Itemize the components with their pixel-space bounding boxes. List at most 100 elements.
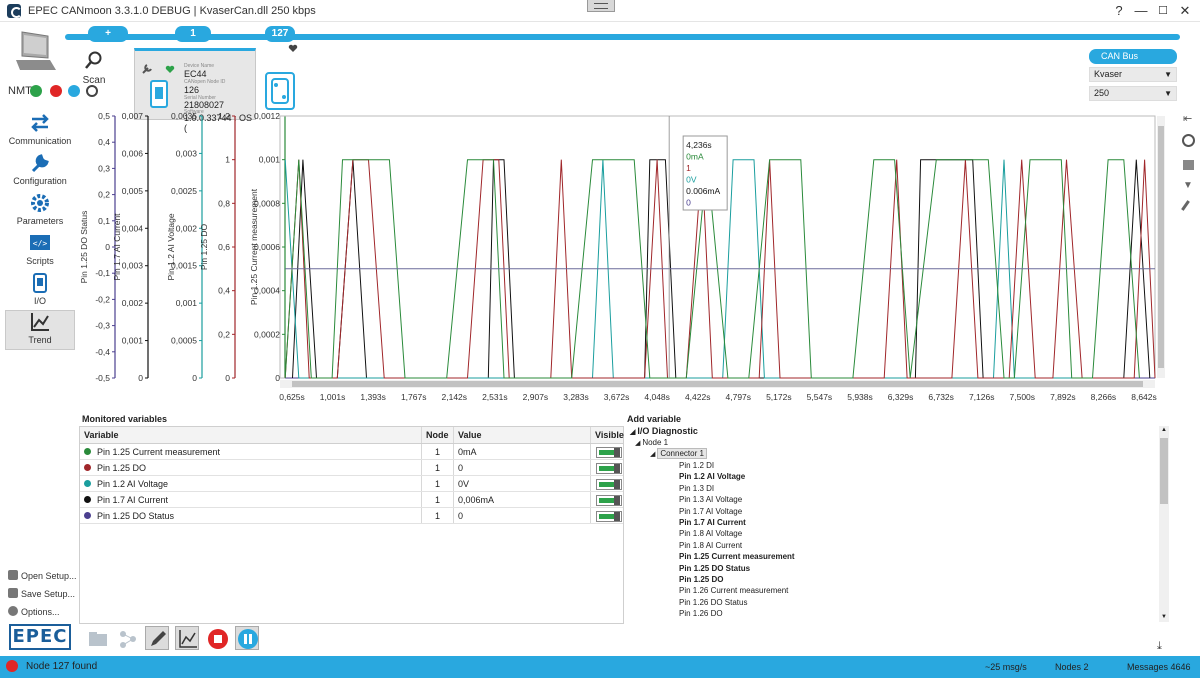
x-tick-label: 3,672s — [604, 392, 630, 402]
visible-toggle[interactable] — [596, 495, 622, 506]
sidebar-item-communication[interactable]: Communication — [5, 112, 75, 152]
sidebar-item-configuration[interactable]: Configuration — [5, 152, 75, 192]
visible-toggle[interactable] — [596, 447, 622, 458]
y-tick-label: 0,2 — [98, 190, 110, 200]
y-tick-label: 0,001 — [259, 155, 281, 165]
download-icon[interactable]: ⤓ — [1157, 640, 1162, 653]
trend-icon — [31, 313, 49, 331]
sidebar-item-label: Communication — [8, 136, 72, 146]
scroll-down-icon[interactable]: ▼ — [1161, 614, 1167, 620]
edit-button[interactable] — [145, 626, 169, 650]
table-row[interactable]: Pin 1.25 DO Status 1 0 — [80, 508, 623, 524]
stop-button[interactable] — [205, 626, 229, 650]
table-row[interactable]: Pin 1.25 DO 1 0 — [80, 460, 623, 476]
network-button[interactable] — [115, 626, 139, 650]
tree-item[interactable]: Pin 1.8 AI Voltage — [679, 529, 742, 538]
table-row[interactable]: Pin 1.25 Current measurement 1 0mA — [80, 444, 623, 460]
vertical-scrollbar-thumb[interactable] — [1158, 126, 1164, 368]
sidebar-item-label: Parameters — [16, 216, 64, 226]
close-button[interactable]: ✕ — [1174, 2, 1196, 20]
tree-item[interactable]: Pin 1.8 AI Current — [679, 541, 742, 550]
share-icon[interactable] — [1183, 160, 1194, 170]
y-axis-label: Pin 1.25 Current measurement — [249, 188, 259, 305]
nmt-start-button[interactable] — [30, 85, 42, 97]
status-bar: Node 127 found ~25 msg/s Nodes 2 Message… — [0, 656, 1200, 678]
tree-item[interactable]: Pin 1.2 AI Voltage — [679, 472, 745, 481]
minimize-button[interactable]: — — [1130, 2, 1152, 20]
open-setup-label: Open Setup... — [21, 571, 77, 581]
chevron-down-icon: ▼ — [1164, 70, 1172, 79]
tab-node-127[interactable]: 127 — [265, 26, 295, 42]
help-icon[interactable]: ? — [1108, 2, 1130, 20]
x-tick-label: 7,500s — [1010, 392, 1036, 402]
column-value[interactable]: Value — [454, 427, 591, 443]
sidebar-item-scripts[interactable]: </> Scripts — [5, 232, 75, 272]
tooltip-value: 0.006mA — [686, 186, 720, 196]
tree-item[interactable]: Pin 1.26 DO Status — [679, 598, 747, 607]
sidebar-item-trend[interactable]: Trend — [5, 310, 75, 350]
y-axis-label: Pin 1.2 AI Voltage — [166, 213, 176, 280]
tree-item[interactable]: Pin 1.3 AI Voltage — [679, 495, 742, 504]
sidebar-item-io[interactable]: I/O — [5, 272, 75, 312]
nmt-stop-button[interactable] — [50, 85, 62, 97]
tree-item[interactable]: Pin 1.25 DO — [679, 575, 723, 584]
scan-button[interactable]: Scan — [80, 50, 108, 86]
x-tick-label: 6,329s — [888, 392, 914, 402]
tree-item[interactable]: Pin 1.26 Current measurement — [679, 586, 788, 595]
tree-item[interactable]: Pin 1.7 AI Voltage — [679, 507, 742, 516]
options-link[interactable]: Options... — [8, 606, 60, 617]
horizontal-scrollbar-thumb[interactable] — [292, 381, 1143, 387]
baud-select[interactable]: 250 ▼ — [1089, 86, 1177, 101]
node-127-device-icon[interactable] — [265, 72, 295, 110]
visible-toggle[interactable] — [596, 463, 622, 474]
x-tick-label: 7,126s — [969, 392, 995, 402]
maximize-button[interactable]: ☐ — [1152, 2, 1174, 20]
scroll-up-icon[interactable]: ▲ — [1161, 427, 1167, 433]
tooltip-value: 4,236s — [686, 140, 712, 150]
column-node[interactable]: Node — [422, 427, 454, 443]
nmt-reset-icon[interactable] — [86, 85, 98, 97]
tree-scrollbar[interactable]: ▲ ▼ — [1159, 426, 1169, 622]
visible-cell — [591, 476, 623, 491]
tree-item[interactable]: Pin 1.25 DO Status — [679, 564, 750, 573]
tab-node-1[interactable]: 1 — [175, 26, 211, 42]
tree-root[interactable]: ◢ I/O Diagnostic — [630, 426, 698, 436]
tree-node[interactable]: ◢ Node 1 — [635, 438, 668, 447]
y-tick-label: -0,4 — [95, 347, 110, 357]
trend-axes-button[interactable] — [175, 626, 199, 650]
table-row[interactable]: Pin 1.7 AI Current 1 0,006mA — [80, 492, 623, 508]
scrollbar-thumb[interactable] — [1160, 438, 1168, 504]
pencil-icon[interactable] — [1181, 200, 1190, 211]
visible-cell — [591, 460, 623, 475]
trend-chart[interactable]: 0,5 0,4 0,3 0,2 0,1 0 -0,1 -0,2 -0,3 -0,4 -0,5 Pin … — [80, 108, 1170, 408]
error-icon[interactable] — [6, 660, 18, 672]
nmt-preop-button[interactable] — [68, 85, 80, 97]
interface-select[interactable]: Kvaser ▼ — [1089, 67, 1177, 82]
table-row[interactable]: Pin 1.2 AI Voltage 1 0V — [80, 476, 623, 492]
clock-icon[interactable] — [1182, 134, 1195, 147]
tree-item[interactable]: Pin 1.7 AI Current — [679, 518, 746, 527]
column-variable[interactable]: Variable — [80, 427, 422, 443]
collapse-icon[interactable]: ⇤ — [1183, 112, 1192, 125]
tree-item[interactable]: Pin 1.2 DI — [679, 461, 714, 470]
value-cell: 0,006mA — [454, 492, 591, 507]
io-device-icon — [33, 273, 47, 293]
tooltip-value: 0V — [686, 175, 697, 185]
right-toolstrip: ⇤ ▼ — [1178, 108, 1200, 211]
tree-item[interactable]: Pin 1.26 DO — [679, 609, 723, 618]
drag-grip-icon[interactable] — [587, 0, 615, 12]
tree-item[interactable]: Pin 1.25 Current measurement — [679, 552, 795, 561]
column-visible[interactable]: Visible — [591, 427, 624, 443]
pause-button[interactable] — [235, 626, 259, 650]
tree-item[interactable]: Pin 1.3 DI — [679, 484, 714, 493]
wrench-icon[interactable] — [141, 63, 153, 75]
tree-connector[interactable]: ◢ Connector 1 — [650, 448, 707, 459]
open-folder-button[interactable] — [85, 626, 109, 650]
visible-toggle[interactable] — [596, 479, 622, 490]
sidebar-item-parameters[interactable]: Parameters — [5, 192, 75, 232]
add-node-button[interactable]: + — [88, 26, 128, 42]
open-setup-link[interactable]: Open Setup... — [8, 570, 77, 581]
visible-toggle[interactable] — [596, 511, 622, 522]
save-setup-link[interactable]: Save Setup... — [8, 588, 75, 599]
filter-icon[interactable]: ▼ — [1183, 180, 1193, 191]
